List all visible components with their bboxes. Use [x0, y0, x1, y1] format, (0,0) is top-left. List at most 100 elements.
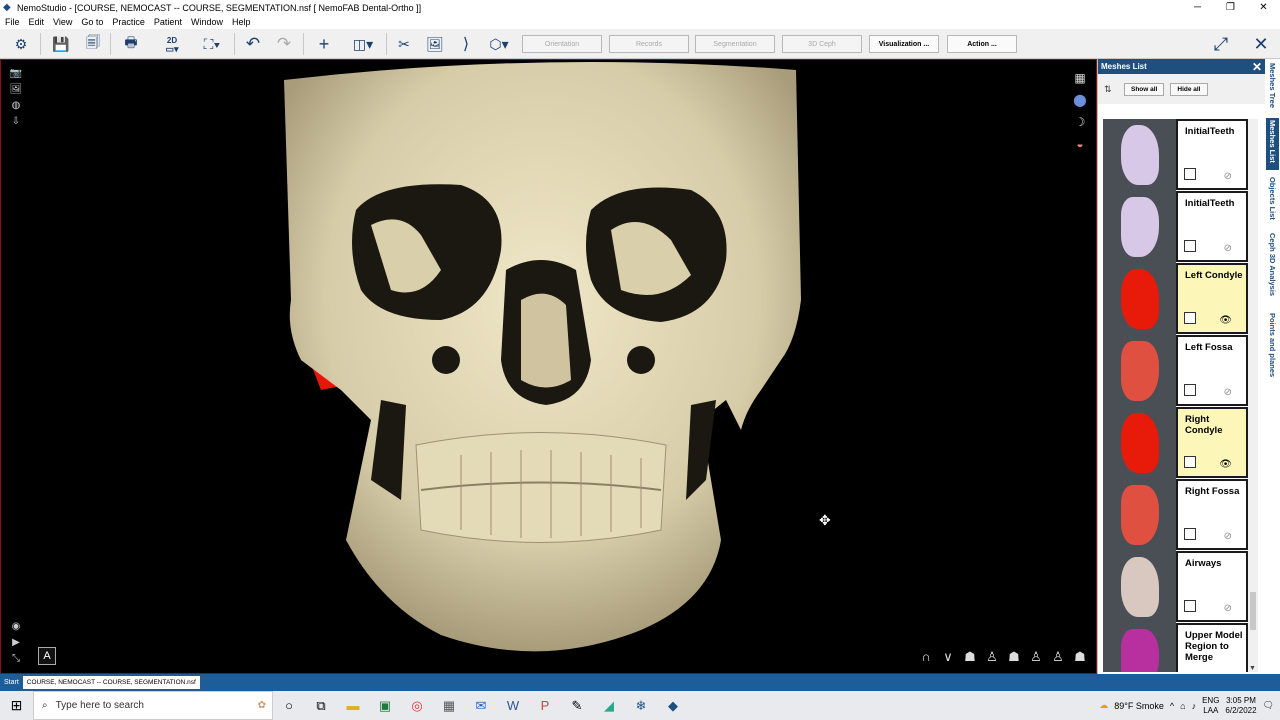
- resize-icon[interactable]: ⤡: [9, 653, 23, 665]
- taskbar-search[interactable]: ⌕ Type here to search ✿: [33, 691, 273, 720]
- view-bust-icon[interactable]: ♙: [984, 649, 1000, 665]
- visualization-button[interactable]: Visualization ...: [869, 35, 939, 53]
- task-view-icon[interactable]: ⧉: [305, 691, 337, 720]
- sort-icon[interactable]: ⇅: [1104, 84, 1118, 95]
- mesh-cell[interactable]: Right Fossa ⊘: [1176, 479, 1248, 550]
- snapshot-icon[interactable]: ◉: [9, 621, 23, 633]
- file-explorer-icon[interactable]: ▬: [337, 691, 369, 720]
- mesh-cell[interactable]: InitialTeeth ⊘: [1176, 191, 1248, 262]
- add-icon[interactable]: +: [313, 33, 335, 55]
- grid-icon[interactable]: ▦: [1072, 70, 1088, 86]
- save-icon[interactable]: 💾: [50, 33, 72, 55]
- menu-patient[interactable]: Patient: [154, 17, 182, 27]
- eye-off-icon[interactable]: ⊘: [1224, 243, 1232, 254]
- camera-icon[interactable]: 📷: [9, 68, 23, 80]
- clock[interactable]: 3:05 PM 6/2/2022: [1225, 696, 1256, 716]
- app-icon-teal[interactable]: ◢: [593, 691, 625, 720]
- mesh-cell[interactable]: Right Condyle 👁: [1176, 407, 1248, 478]
- mesh-list-scrollbar[interactable]: ▼: [1248, 119, 1258, 672]
- step-orientation-button[interactable]: Orientation: [522, 35, 602, 53]
- tray-chevron-icon[interactable]: ^: [1170, 701, 1174, 711]
- step-records-button[interactable]: Records: [609, 35, 689, 53]
- mesh-cell[interactable]: Left Condyle 👁: [1176, 263, 1248, 334]
- eye-off-icon[interactable]: ⊘: [1224, 387, 1232, 398]
- weather-text[interactable]: 89°F Smoke: [1114, 701, 1164, 711]
- hide-all-button[interactable]: Hide all: [1170, 82, 1208, 96]
- eye-icon[interactable]: 👁: [1219, 459, 1232, 470]
- picture-icon[interactable]: 🖼: [9, 84, 23, 96]
- action-button[interactable]: Action ...: [947, 35, 1017, 53]
- mesh-checkbox[interactable]: [1184, 168, 1196, 180]
- powerpoint-icon[interactable]: P: [529, 691, 561, 720]
- scroll-down-icon[interactable]: ▼: [1249, 665, 1256, 672]
- view-2d-button[interactable]: 2D ▭▾: [157, 33, 187, 55]
- mesh-checkbox[interactable]: [1184, 528, 1196, 540]
- undo-icon[interactable]: ↶: [242, 33, 264, 55]
- mesh-checkbox[interactable]: [1184, 312, 1196, 324]
- tab-objects-list[interactable]: Objects List: [1266, 175, 1279, 227]
- tab-meshes-list[interactable]: Meshes List: [1266, 118, 1279, 170]
- scissors-icon[interactable]: ✂: [393, 33, 415, 55]
- view-arch-icon[interactable]: ∩: [918, 649, 934, 665]
- mesh-checkbox[interactable]: [1184, 600, 1196, 612]
- mesh-cell[interactable]: Upper Model Region to Merge⊘: [1176, 623, 1248, 672]
- mesh-checkbox[interactable]: [1184, 456, 1196, 468]
- mesh-row[interactable]: Upper Model Region to Merge⊘: [1103, 623, 1248, 672]
- minimize-button[interactable]: ─: [1181, 0, 1214, 15]
- mesh-cell[interactable]: Left Fossa ⊘: [1176, 335, 1248, 406]
- mesh-row[interactable]: InitialTeeth ⊘: [1103, 191, 1248, 263]
- calculator-icon[interactable]: ▦: [433, 691, 465, 720]
- eye-icon[interactable]: 👁: [1219, 315, 1232, 326]
- menu-view[interactable]: View: [53, 17, 72, 27]
- lips-icon[interactable]: ◒: [1072, 136, 1088, 152]
- mesh-row[interactable]: Airways ⊘: [1103, 551, 1248, 623]
- close-button[interactable]: ✕: [1247, 0, 1280, 15]
- notifications-icon[interactable]: 🗨: [1263, 700, 1274, 711]
- mesh-cell[interactable]: InitialTeeth ⊘: [1176, 119, 1248, 190]
- image-icon[interactable]: 🖼: [424, 33, 446, 55]
- pen-icon[interactable]: ✎: [561, 691, 593, 720]
- show-all-button[interactable]: Show all: [1124, 82, 1165, 96]
- restore-button[interactable]: ❐: [1214, 0, 1247, 15]
- nemostudio-icon[interactable]: ◆: [657, 691, 689, 720]
- mesh-checkbox[interactable]: [1184, 384, 1196, 396]
- eye-off-icon[interactable]: ⊘: [1224, 603, 1232, 614]
- scrollbar-thumb[interactable]: [1250, 592, 1256, 630]
- step-3d-ceph-button[interactable]: 3D Ceph: [782, 35, 862, 53]
- tab-meshes-tree[interactable]: Meshes Tree: [1266, 61, 1279, 115]
- export-icon[interactable]: ⇩: [9, 116, 23, 128]
- mesh-row[interactable]: Right Fossa ⊘: [1103, 479, 1248, 551]
- model-icon[interactable]: ⬡▾: [484, 33, 514, 55]
- menu-window[interactable]: Window: [191, 17, 223, 27]
- snowflake-icon[interactable]: ❄: [625, 691, 657, 720]
- eye-off-icon[interactable]: ⊘: [1224, 531, 1232, 542]
- view-head-right-icon[interactable]: ☗: [1006, 649, 1022, 665]
- print-icon[interactable]: 🖶: [120, 33, 142, 55]
- layout-icon[interactable]: ◫▾: [348, 33, 378, 55]
- mesh-cell[interactable]: Airways ⊘: [1176, 551, 1248, 622]
- tab-ceph-3d-analysis[interactable]: Ceph 3D Analysis: [1266, 231, 1279, 307]
- globe-icon[interactable]: ◍: [9, 100, 23, 112]
- redo-icon[interactable]: ↷: [273, 33, 295, 55]
- cortana-icon[interactable]: ○: [273, 691, 305, 720]
- sphere-icon[interactable]: ⬤: [1072, 92, 1088, 108]
- expand-icon[interactable]: ⤢: [1208, 33, 1234, 55]
- tab-points-and-planes[interactable]: Points and planes: [1266, 311, 1279, 381]
- view-head-left-icon[interactable]: ☗: [1072, 649, 1088, 665]
- network-icon[interactable]: ⌂: [1180, 701, 1185, 711]
- panel-close-icon[interactable]: ✕: [1252, 60, 1262, 74]
- volume-icon[interactable]: ♪: [1192, 701, 1197, 711]
- mesh-row[interactable]: InitialTeeth ⊘: [1103, 119, 1248, 191]
- view-head-front-icon[interactable]: ☗: [962, 649, 978, 665]
- mesh-checkbox[interactable]: [1184, 240, 1196, 252]
- mail-icon[interactable]: ✉: [465, 691, 497, 720]
- view-bust-left-icon[interactable]: ♙: [1028, 649, 1044, 665]
- close-view-icon[interactable]: ✕: [1248, 33, 1274, 55]
- word-icon[interactable]: W: [497, 691, 529, 720]
- profile-icon[interactable]: ☽: [1072, 114, 1088, 130]
- menu-help[interactable]: Help: [232, 17, 251, 27]
- fit-view-icon[interactable]: ⛶▾: [198, 33, 226, 55]
- status-task[interactable]: COURSE, NEMOCAST -- COURSE, SEGMENTATION…: [22, 676, 200, 689]
- chrome-icon[interactable]: ◎: [401, 691, 433, 720]
- mesh-row[interactable]: Left Fossa ⊘: [1103, 335, 1248, 407]
